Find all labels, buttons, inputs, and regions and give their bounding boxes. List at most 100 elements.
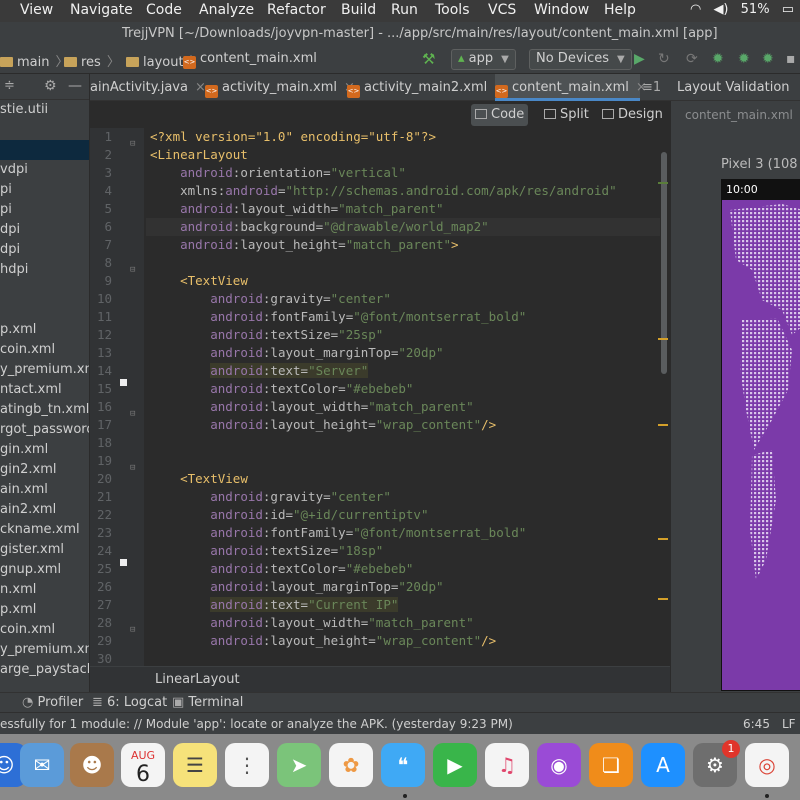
phone-preview[interactable]: 10:00 [721,179,800,691]
code-line[interactable]: android:text="Current IP" [150,596,399,614]
editor-breadcrumb-label[interactable]: LinearLayout [155,672,240,687]
collapse-icon[interactable]: ≑ [4,78,15,93]
fold-icon[interactable]: ⊟ [130,139,135,149]
profiler-button[interactable]: ◔ Profiler [22,695,83,710]
maps-icon[interactable]: ➤ [277,743,321,787]
code-line[interactable]: android:layout_marginTop="20dp" [150,344,443,362]
menu-analyze[interactable]: Analyze [199,2,254,18]
project-tree-item[interactable]: gnup.xml [0,560,89,580]
code-line[interactable]: android:layout_height="match_parent"> [150,236,458,254]
code-editor[interactable]: 1 2 3 4 5 6 7 8 9 10 11 12 13 14 15 16 17 18 19 20 21 22 23 24 2… [90,128,670,666]
apply-changes-icon[interactable]: ↻ [658,51,670,67]
menu-refactor[interactable]: Refactor [267,2,326,18]
code-line[interactable]: android:textSize="18sp" [150,542,383,560]
project-tree-item[interactable] [0,280,89,300]
hammer-icon[interactable]: ⚒ [422,50,435,68]
project-tree-item[interactable]: n.xml [0,580,89,600]
breadcrumb-file[interactable]: <> content_main.xml [183,51,317,69]
project-tree-item[interactable]: ain.xml [0,480,89,500]
run-icon[interactable]: ▶ [634,51,645,67]
contacts-icon[interactable]: ☻ [70,743,114,787]
code-line[interactable]: android:layout_height="wrap_content"/> [150,416,496,434]
project-tree-item[interactable]: ntact.xml [0,380,89,400]
project-tree-item[interactable]: y_premium.xml [0,640,89,660]
menu-vcs[interactable]: VCS [488,2,516,18]
project-tree-item[interactable]: pi [0,180,89,200]
caret-position[interactable]: 6:45 [743,717,770,731]
code-line[interactable]: android:orientation="vertical" [150,164,406,182]
mail-icon[interactable]: ✉ [20,743,64,787]
mode-split-button[interactable]: Split [540,104,593,126]
gear-icon[interactable]: ⚙ [44,78,57,94]
menu-navigate[interactable]: Navigate [70,2,133,18]
messages-icon[interactable]: ❝ [381,743,425,787]
breakpoint-marker[interactable] [120,379,127,386]
menu-help[interactable]: Help [604,2,636,18]
mode-code-button[interactable]: Code [471,104,529,126]
tabs-overflow-button[interactable]: ≡1 [642,74,670,101]
project-tree-item[interactable]: stie.utii [0,100,89,120]
sync-icon[interactable]: ✹ [762,51,774,67]
code-line[interactable]: android:textColor="#ebebeb" [150,380,413,398]
battery-icon[interactable]: ▭ [782,2,794,17]
project-tree-item[interactable]: ckname.xml [0,520,89,540]
layout-validation-title[interactable]: Layout Validation [677,80,790,95]
breadcrumb-main[interactable]: main 〉 [0,51,69,70]
editor-scrollbar[interactable] [661,152,667,374]
code-line[interactable]: android:fontFamily="@font/montserrat_bol… [150,308,526,326]
code-line[interactable]: android:fontFamily="@font/montserrat_bol… [150,524,526,542]
app-store-icon[interactable]: A [641,743,685,787]
project-tree-item[interactable]: coin.xml [0,340,89,360]
code-line[interactable]: <LinearLayout [150,146,248,164]
project-tree-item[interactable]: dpi [0,240,89,260]
code-line[interactable]: android:layout_width="match_parent" [150,200,443,218]
tab-activity-main[interactable]: <>activity_main.xml× [205,74,355,101]
menu-build[interactable]: Build [341,2,376,18]
line-separator[interactable]: LF [782,717,796,731]
logcat-button[interactable]: ≣ 6: Logcat [92,695,167,710]
music-icon[interactable]: ♫ [485,743,529,787]
code-line[interactable]: android:layout_height="wrap_content"/> [150,632,496,650]
minimize-icon[interactable]: — [68,78,82,94]
run-config-dropdown[interactable]: ▴ app ▼ [451,49,516,70]
project-tree-item[interactable] [0,120,89,140]
project-tree-item[interactable]: coin.xml [0,620,89,640]
more-icon[interactable]: ▪ [786,51,796,67]
project-tree-item[interactable]: gin2.xml [0,460,89,480]
calendar-icon[interactable]: AUG 6 [121,743,165,787]
project-tree-item[interactable]: atingb_tn.xml [0,400,89,420]
project-tree-item[interactable]: dpi [0,220,89,240]
project-tree-item[interactable]: p.xml [0,320,89,340]
chrome-icon[interactable]: ◎ [745,743,789,787]
project-tree-item[interactable]: rgot_password [0,420,89,440]
project-tree-item[interactable] [0,300,89,320]
breakpoint-marker[interactable] [120,559,127,566]
attach-icon[interactable]: ⟳ [686,51,698,67]
menu-window[interactable]: Window [534,2,589,18]
code-line[interactable]: <TextView [150,272,248,290]
debug-icon[interactable]: ✹ [712,51,724,67]
wifi-icon[interactable]: ◠ [690,2,701,17]
code-line[interactable]: android:textColor="#ebebeb" [150,560,413,578]
code-line[interactable]: android:layout_marginTop="20dp" [150,578,443,596]
menu-view[interactable]: View [20,2,53,18]
breadcrumb-res[interactable]: res 〉 [64,51,120,70]
project-tree-item[interactable]: arge_paystack [0,660,89,680]
code-line[interactable]: android:gravity="center" [150,488,391,506]
books-icon[interactable]: ❏ [589,743,633,787]
project-tree-item[interactable]: p.xml [0,600,89,620]
project-tree-item[interactable]: hdpi [0,260,89,280]
fold-icon[interactable]: ⊟ [130,409,135,419]
fold-icon[interactable]: ⊟ [130,265,135,275]
photos-icon[interactable]: ✿ [329,743,373,787]
project-tree-item[interactable]: ain2.xml [0,500,89,520]
code-line[interactable]: android:layout_width="match_parent" [150,398,473,416]
tab-content-main[interactable]: <> content_main.xml × [495,74,647,101]
profile-icon[interactable]: ✹ [738,51,750,67]
project-tree-item[interactable]: pi [0,200,89,220]
fold-icon[interactable]: ⊟ [130,463,135,473]
notes-icon[interactable]: ☰ [173,743,217,787]
facetime-icon[interactable]: ▶ [433,743,477,787]
code-line[interactable]: android:textSize="25sp" [150,326,383,344]
volume-icon[interactable]: ◀) [713,2,728,17]
